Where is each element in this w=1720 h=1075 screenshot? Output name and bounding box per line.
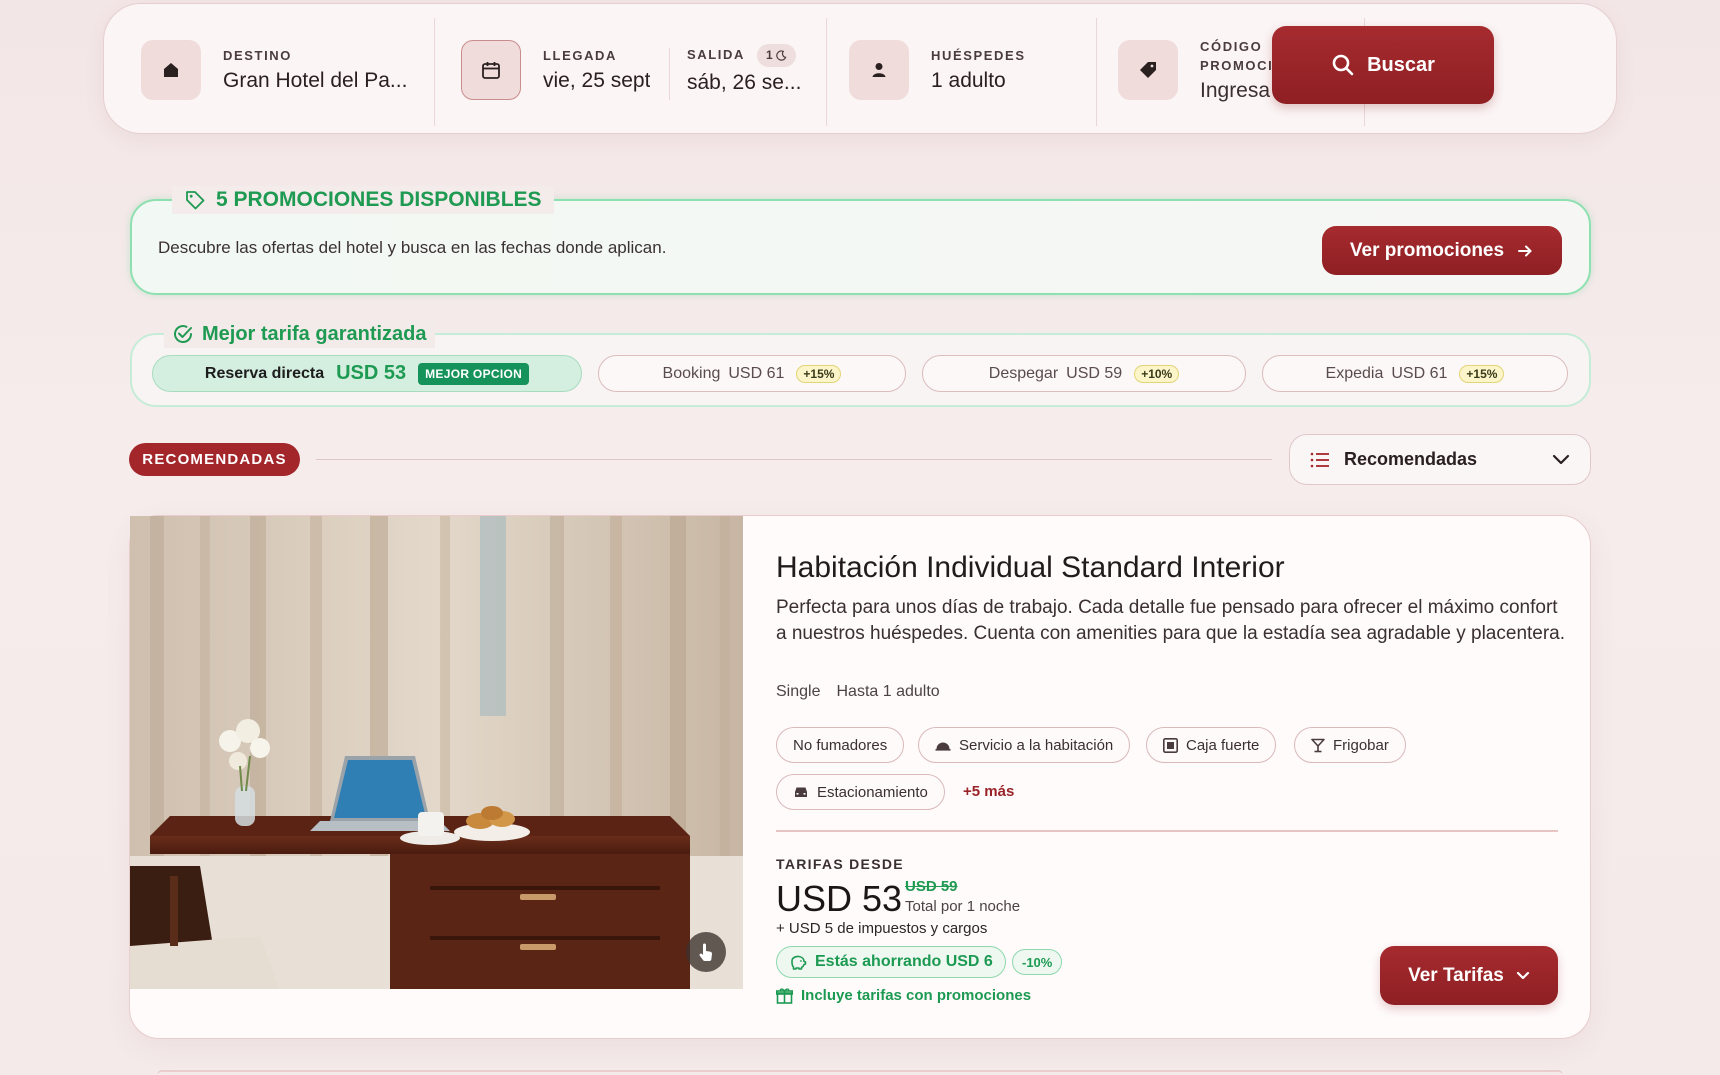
room-type: Single <box>776 683 821 700</box>
tag-icon <box>1118 39 1178 100</box>
user-icon <box>849 39 909 100</box>
safe-icon <box>1163 737 1178 753</box>
competitor-rate-despegar: Despegar USD 59 +10% <box>922 355 1246 392</box>
nights-badge: 1 <box>757 44 796 67</box>
view-rates-label: Ver Tarifas <box>1408 964 1504 986</box>
room-meta: Single Hasta 1 adulto <box>776 683 940 701</box>
destination-value: Gran Hotel del Pa... <box>223 69 408 92</box>
price-diff-badge: +15% <box>796 364 842 383</box>
rates-from-label: TARIFAS DESDE <box>776 856 904 872</box>
section-divider <box>316 459 1272 460</box>
next-room-card <box>157 1070 1563 1075</box>
saving-badge: Estás ahorrando USD 6 <box>776 946 1006 978</box>
price-period-note: Total por 1 noche <box>905 898 1021 915</box>
room-service-icon <box>935 742 951 751</box>
competitor-price: USD 61 <box>728 364 785 382</box>
competitor-name: Despegar <box>988 364 1059 382</box>
price-diff-badge: +15% <box>1459 364 1505 383</box>
room-price: USD 53 <box>776 878 903 919</box>
list-icon <box>1310 452 1329 467</box>
departure-value: sáb, 26 se... <box>687 71 802 94</box>
room-title: Habitación Individual Standard Interior <box>776 551 1285 584</box>
divider <box>434 18 435 126</box>
divider <box>826 18 827 126</box>
guests-label: HUÉSPEDES <box>931 48 1026 63</box>
more-amenities-link[interactable]: +5 más <box>963 783 1014 800</box>
divider <box>1096 18 1097 126</box>
search-button[interactable]: Buscar <box>1272 26 1494 104</box>
departure-field[interactable]: SALIDA 1 sáb, 26 se... <box>687 4 827 135</box>
direct-booking-rate: Reserva directa USD 53 MEJOR OPCION <box>152 355 582 392</box>
promotions-included-note: Incluye tarifas con promociones <box>776 987 1031 1004</box>
search-icon <box>1332 54 1354 76</box>
recommended-badge: RECOMENDADAS <box>129 443 300 476</box>
hand-pointer-icon <box>699 943 713 962</box>
divider <box>669 48 670 100</box>
room-photo[interactable] <box>130 516 743 989</box>
view-promotions-label: Ver promociones <box>1349 239 1505 261</box>
guests-field[interactable]: HUÉSPEDES 1 adulto <box>849 4 1089 135</box>
room-capacity: Hasta 1 adulto <box>836 683 940 700</box>
departure-label: SALIDA 1 <box>687 44 801 67</box>
amenity-chip: No fumadores <box>776 727 905 763</box>
destination-field[interactable]: DESTINO Gran Hotel del Pa... <box>141 4 431 135</box>
arrival-value: vie, 25 sept <box>543 69 651 92</box>
price-diff-badge: +10% <box>1134 364 1180 383</box>
arrow-right-icon <box>1518 245 1532 256</box>
room-description: Perfecta para unos días de trabajo. Cada… <box>776 597 1566 644</box>
taxes-note: + USD 5 de impuestos y cargos <box>776 920 988 937</box>
piggy-bank-icon <box>791 955 807 970</box>
best-option-badge: MEJOR OPCION <box>418 362 530 385</box>
competitor-rate-expedia: Expedia USD 61 +15% <box>1262 355 1568 392</box>
competitor-rate-booking: Booking USD 61 +15% <box>598 355 906 392</box>
arrival-label: LLEGADA <box>543 48 618 63</box>
destination-label: DESTINO <box>223 48 292 63</box>
tag-outline-icon <box>186 191 205 210</box>
check-circle-icon <box>174 325 192 343</box>
sort-dropdown[interactable]: Recomendadas <box>1289 434 1591 485</box>
chevron-down-icon <box>1552 454 1570 464</box>
saving-text: Estás ahorrando USD 6 <box>815 953 993 970</box>
cocktail-icon <box>1311 738 1325 752</box>
promotions-title: 5 PROMOCIONES DISPONIBLES <box>172 186 554 214</box>
discount-badge: -10% <box>1012 949 1063 975</box>
arrival-field[interactable]: LLEGADA vie, 25 sept <box>461 4 681 135</box>
view-promotions-button[interactable]: Ver promociones <box>1322 226 1562 275</box>
search-button-label: Buscar <box>1367 53 1435 76</box>
guests-value: 1 adulto <box>931 69 1006 92</box>
photo-gallery-button[interactable] <box>686 932 726 972</box>
chevron-down-icon <box>1516 971 1529 979</box>
gift-icon <box>776 988 793 1004</box>
direct-booking-label: Reserva directa <box>204 364 325 382</box>
room-old-price: USD 59 <box>905 878 958 895</box>
car-icon <box>795 787 807 797</box>
sort-dropdown-value: Recomendadas <box>1344 449 1478 469</box>
best-rate-title: Mejor tarifa garantizada <box>164 320 435 348</box>
amenity-chip: Servicio a la habitación <box>918 727 1131 763</box>
card-divider <box>776 830 1558 832</box>
competitor-name: Expedia <box>1325 364 1384 382</box>
competitor-name: Booking <box>662 364 721 382</box>
view-rates-button[interactable]: Ver Tarifas <box>1380 946 1558 1005</box>
home-icon <box>141 39 201 100</box>
direct-booking-price: USD 53 <box>336 362 407 384</box>
amenity-chip: Estacionamiento <box>776 774 945 810</box>
amenity-chip: Caja fuerte <box>1146 727 1277 763</box>
calendar-icon <box>461 39 521 100</box>
competitor-price: USD 61 <box>1391 364 1448 382</box>
promotions-description: Descubre las ofertas del hotel y busca e… <box>158 238 667 257</box>
amenity-chip: Frigobar <box>1294 727 1406 763</box>
competitor-price: USD 59 <box>1066 364 1123 382</box>
